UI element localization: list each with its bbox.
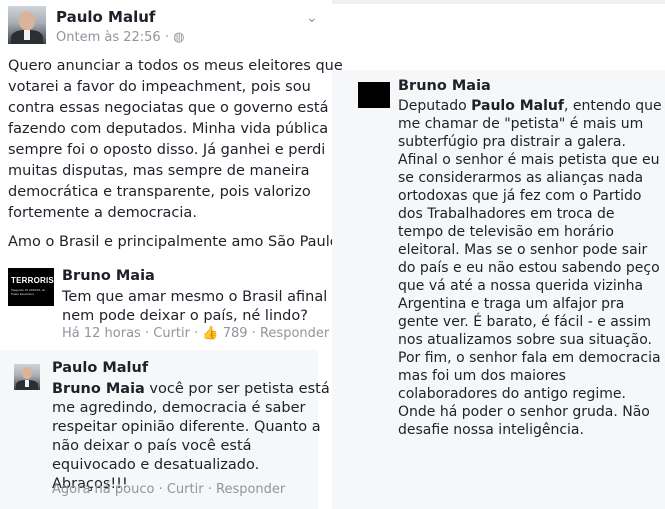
reply-line: Bruno Maia você por ser petista está: [52, 381, 330, 397]
comment-actions: Há 12 horas · Curtir · 👍 789 · Responder: [62, 326, 330, 341]
chevron-down-icon[interactable]: ⌄: [306, 10, 318, 26]
comment-author-name[interactable]: Bruno Maia: [62, 268, 155, 284]
post-line: sempre foi o oposto disso. Já ganhei e p…: [8, 142, 326, 158]
comment-line: do país e eu não estou sabendo peço: [398, 260, 660, 276]
post-line: Quero anunciar a todos os meus eleitores…: [8, 58, 343, 74]
post-line: contra essas negociatas que o governo es…: [8, 100, 329, 116]
post-timestamp[interactable]: Ontem às 22:56: [56, 30, 161, 45]
comment-author-name[interactable]: Bruno Maia: [398, 78, 491, 94]
comment-line: Onde há poder o senhor gruda. Não: [398, 404, 650, 420]
comment-line: nos atualizamos sobre sua situação.: [398, 332, 652, 348]
divider: [332, 0, 665, 4]
post-line: fortemente a democracia.: [8, 205, 197, 221]
comment-line: eleitoral. Mas se o senhor pode sair: [398, 242, 648, 258]
post-meta: Ontem às 22:56 · ◍: [56, 30, 185, 45]
comment-timestamp[interactable]: Há 12 horas: [62, 326, 141, 341]
post-line: fazendo com deputados. Minha vida públic…: [8, 121, 329, 137]
reply-comment: Paulo Maluf Bruno Maia você por ser peti…: [0, 350, 330, 509]
post-closing-line: Amo o Brasil e principalmente amo São Pa…: [8, 234, 343, 250]
reply-line: me agredindo, democracia é saber: [52, 400, 306, 416]
thumbs-up-icon[interactable]: 👍: [202, 326, 218, 341]
comment-line: colaboradores do antigo regime.: [398, 386, 626, 402]
reply-line: respeitar opinião diferente. Quanto a: [52, 419, 321, 435]
commenter-avatar[interactable]: TERRORISTA (Segundo PL 2016/15, do Poder…: [8, 268, 64, 306]
reply-line: equivocado e desatualizado.: [52, 457, 260, 473]
globe-icon: ◍: [173, 30, 185, 45]
reply-author-name[interactable]: Paulo Maluf: [52, 360, 148, 376]
avatar-label: TERRORISTA: [11, 276, 65, 285]
comment-line: que vá até a nossa querida vizinha: [398, 278, 644, 294]
original-post: Paulo Maluf Ontem às 22:56 · ◍ ⌄ Quero a…: [0, 0, 343, 350]
comment-line: subterfúgio pra distrair a galera.: [398, 134, 626, 150]
avatar-caption: (Segundo PL 2016/15, do Poder Executivo): [11, 288, 46, 296]
like-link[interactable]: Curtir: [167, 482, 204, 497]
comment-line: Afinal o senhor é mais petista que eu: [398, 152, 660, 168]
comment-line: nem pode deixar o país, né lindo?: [62, 308, 308, 324]
comment-line: mas foi um dos maiores: [398, 368, 566, 384]
like-link[interactable]: Curtir: [153, 326, 190, 341]
post-author-name[interactable]: Paulo Maluf: [56, 8, 155, 26]
post-line: votarei a favor do impeachment, pois sou: [8, 79, 311, 95]
comment-line: desafie nossa inteligência.: [398, 422, 584, 438]
author-avatar[interactable]: [8, 6, 46, 44]
comment-line: me chamar de "petista" é mais um: [398, 116, 644, 132]
long-comment: Bruno Maia Deputado Paulo Maluf, entendo…: [332, 70, 665, 509]
comment-line: Por fim, o senhor fala em democracia: [398, 350, 661, 366]
reply-line: não deixar o país você está: [52, 438, 252, 454]
mention-link[interactable]: Bruno Maia: [52, 381, 145, 397]
mention-link[interactable]: Paulo Maluf: [471, 98, 564, 114]
commenter-avatar[interactable]: [358, 82, 390, 108]
comment-line: se considerarmos as alianças nada: [398, 170, 644, 186]
reply-link[interactable]: Responder: [216, 482, 285, 497]
post-line: democrática e transparente, pois valoriz…: [8, 184, 311, 200]
reply-actions: Agora há pouco · Curtir · Responder: [52, 482, 286, 497]
reply-timestamp[interactable]: Agora há pouco: [52, 482, 154, 497]
comment-line: ortodoxas que já fez com o Partido: [398, 188, 642, 204]
reply-link[interactable]: Responder: [260, 326, 329, 341]
comment-line: Deputado Paulo Maluf, entendo que: [398, 98, 662, 114]
comment-line: tempo de televisão em horário: [398, 224, 614, 240]
comment-line: gente ver. É barato, é fácil - e assim: [398, 314, 652, 330]
like-count[interactable]: 789: [223, 326, 248, 341]
comment-line: Tem que amar mesmo o Brasil afinal: [62, 289, 328, 305]
comment-line: Argentina e traga um alfajor pra: [398, 296, 625, 312]
reply-author-avatar[interactable]: [14, 364, 40, 390]
comment-line: dos Trabalhadores em troca de: [398, 206, 615, 222]
post-line: muitas disputas, mas sempre de maneira: [8, 163, 310, 179]
